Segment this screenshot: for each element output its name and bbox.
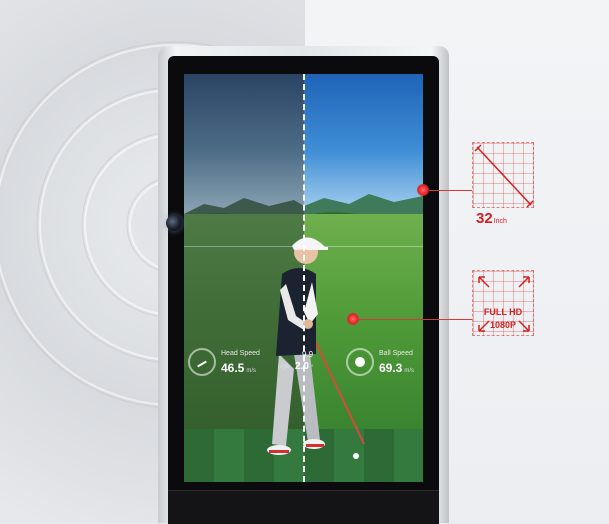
resolution-line-1: FULL HD [483, 307, 523, 317]
hud-angle-label: ngle [278, 364, 290, 370]
screen-size-marker [417, 184, 429, 196]
hud-angle: 9.9 ngle 2.0 ° [278, 344, 318, 386]
golf-ball-icon [346, 348, 374, 376]
hud-head-speed-title: Head Speed [221, 350, 260, 357]
hud-ball-speed-value: 69.3 m/s [379, 361, 414, 375]
comparison-divider [303, 74, 305, 482]
resolution-line-2: 1080P [489, 320, 517, 330]
resolution-label: FULL HD 1080P [472, 306, 534, 332]
hud-angle-top-value: 9.9 [302, 350, 314, 359]
hud-angle-number: 2.0 [295, 361, 309, 372]
screen-size-number: 32 [476, 210, 493, 227]
kiosk-bottom-panel [168, 490, 439, 524]
golfer-figure [267, 237, 365, 459]
hud-ball-speed: Ball Speed 69.3 m/s [346, 344, 422, 386]
diagonal-measure-icon [474, 144, 534, 208]
resolution-callout-line [359, 319, 472, 320]
screen-size-unit: Inch [493, 218, 507, 225]
screen-size-box: 32Inch [472, 142, 534, 227]
screen-size-callout-line [429, 190, 472, 191]
hud-angle-unit: ° [310, 365, 314, 371]
screen-size-label: 32Inch [476, 210, 507, 227]
hud-ball-speed-number: 69.3 [379, 361, 403, 375]
hud-head-speed-value: 46.5 m/s [221, 361, 256, 375]
hud-ball-speed-unit: m/s [404, 368, 415, 374]
resolution-marker [347, 313, 359, 325]
speedometer-icon [188, 348, 216, 376]
kiosk-screen: Head Speed 46.5 m/s 9.9 ngle 2.0 ° Ball Sp… [184, 74, 423, 482]
hud-head-speed-unit: m/s [246, 368, 257, 374]
hud-head-speed-number: 46.5 [221, 361, 245, 375]
hud-ball-speed-title: Ball Speed [379, 350, 413, 357]
hud-angle-value: 2.0 ° [295, 361, 313, 372]
camera-lens-icon [166, 215, 182, 231]
